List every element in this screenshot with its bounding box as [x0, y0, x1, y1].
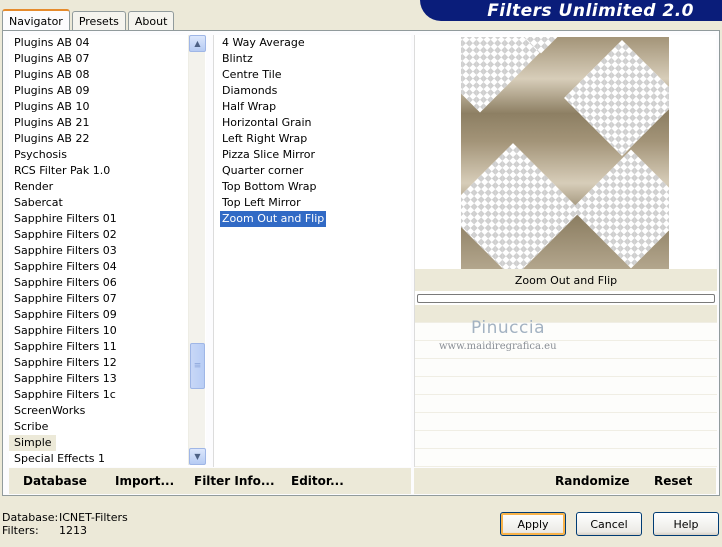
category-item[interactable]: Sapphire Filters 12 — [9, 355, 206, 371]
category-item[interactable]: Sapphire Filters 11 — [9, 339, 206, 355]
preview-actions-bar: Randomize Reset — [414, 468, 716, 494]
import-button[interactable]: Import... — [115, 474, 174, 488]
filter-item[interactable]: Centre Tile — [214, 67, 411, 83]
filter-item[interactable]: Top Left Mirror — [214, 195, 411, 211]
editor-button[interactable]: Editor... — [291, 474, 344, 488]
navigator-panel: Plugins AB 04 Plugins AB 07 Plugins AB 08 P… — [2, 30, 720, 496]
preview-caption: Zoom Out and Flip — [415, 269, 717, 291]
scroll-thumb[interactable]: ≡ — [190, 343, 205, 389]
database-button[interactable]: Database — [23, 474, 87, 488]
database-value: ICNET-Filters — [59, 511, 128, 524]
category-item[interactable]: Plugins AB 09 — [9, 83, 206, 99]
randomize-button[interactable]: Randomize — [555, 474, 629, 488]
filter-info-button[interactable]: Filter Info... — [194, 474, 275, 488]
reset-button[interactable]: Reset — [654, 474, 692, 488]
category-item[interactable]: Plugins AB 08 — [9, 67, 206, 83]
filter-item[interactable]: 4 Way Average — [214, 35, 411, 51]
preview-panel: Zoom Out and Flip Pinuccia www.maidiregr… — [414, 35, 717, 467]
tab-presets[interactable]: Presets — [71, 11, 126, 30]
filter-item[interactable]: Half Wrap — [214, 99, 411, 115]
category-item[interactable]: Special Effects 1 — [9, 451, 206, 467]
filter-item[interactable]: Top Bottom Wrap — [214, 179, 411, 195]
category-item[interactable]: Scribe — [9, 419, 206, 435]
scroll-up-icon[interactable]: ▲ — [189, 35, 206, 52]
category-item[interactable]: Simple — [9, 435, 56, 451]
category-item[interactable]: RCS Filter Pak 1.0 — [9, 163, 206, 179]
category-item[interactable]: Sapphire Filters 07 — [9, 291, 206, 307]
filter-item[interactable]: Zoom Out and Flip — [220, 211, 327, 227]
watermark-url: www.maidiregrafica.eu — [439, 341, 557, 352]
filters-label: Filters: — [2, 524, 39, 537]
category-item[interactable]: Plugins AB 07 — [9, 51, 206, 67]
category-item[interactable]: Sapphire Filters 1c — [9, 387, 206, 403]
category-item[interactable]: Sapphire Filters 06 — [9, 275, 206, 291]
scroll-down-icon[interactable]: ▼ — [189, 448, 206, 465]
category-item[interactable]: ScreenWorks — [9, 403, 206, 419]
apply-button[interactable]: Apply — [500, 512, 566, 536]
progress-bar — [417, 294, 715, 303]
category-scrollbar[interactable]: ▲ ≡ ▼ — [188, 35, 206, 465]
preview-checker-tr — [564, 40, 669, 156]
category-item[interactable]: Plugins AB 22 — [9, 131, 206, 147]
category-item[interactable]: Sapphire Filters 09 — [9, 307, 206, 323]
category-item[interactable]: Sabercat — [9, 195, 206, 211]
preview-checker-br — [571, 149, 669, 269]
filter-item[interactable]: Diamonds — [214, 83, 411, 99]
category-item[interactable]: Plugins AB 21 — [9, 115, 206, 131]
parameter-rows — [415, 305, 717, 467]
tab-strip: Navigator Presets About — [2, 8, 176, 31]
preview-checker-tl — [461, 37, 547, 113]
tab-navigator[interactable]: Navigator — [2, 9, 70, 31]
preview-checker-bl — [461, 143, 581, 269]
category-item[interactable]: Plugins AB 10 — [9, 99, 206, 115]
tab-about[interactable]: About — [127, 11, 175, 30]
app-banner: Filters Unlimited 2.0 — [420, 0, 722, 21]
category-item[interactable]: Sapphire Filters 13 — [9, 371, 206, 387]
filter-item[interactable]: Blintz — [214, 51, 411, 67]
filters-count: 1213 — [59, 524, 87, 537]
filter-list[interactable]: 4 Way Average Blintz Centre Tile Diamonds Ha… — [213, 35, 411, 467]
category-item[interactable]: Sapphire Filters 02 — [9, 227, 206, 243]
filter-item[interactable]: Left Right Wrap — [214, 131, 411, 147]
filter-item[interactable]: Pizza Slice Mirror — [214, 147, 411, 163]
category-item[interactable]: Render — [9, 179, 206, 195]
cancel-button[interactable]: Cancel — [576, 512, 642, 536]
category-item[interactable]: Sapphire Filters 04 — [9, 259, 206, 275]
filter-item[interactable]: Horizontal Grain — [214, 115, 411, 131]
preview-image — [461, 37, 669, 269]
category-item[interactable]: Psychosis — [9, 147, 206, 163]
watermark-name: Pinuccia — [471, 318, 545, 338]
app-title: Filters Unlimited 2.0 — [487, 0, 694, 21]
category-item[interactable]: Sapphire Filters 01 — [9, 211, 206, 227]
status-info: Database: ICNET-Filters Filters: 1213 — [2, 511, 128, 537]
category-item[interactable]: Sapphire Filters 10 — [9, 323, 206, 339]
filter-actions-bar: Database Import... Filter Info... Editor… — [9, 468, 411, 494]
filter-item[interactable]: Quarter corner — [214, 163, 411, 179]
category-item[interactable]: Sapphire Filters 03 — [9, 243, 206, 259]
database-label: Database: — [2, 511, 59, 524]
category-list[interactable]: Plugins AB 04 Plugins AB 07 Plugins AB 08 P… — [9, 35, 206, 467]
category-item[interactable]: Plugins AB 04 — [9, 35, 206, 51]
help-button[interactable]: Help — [653, 512, 719, 536]
